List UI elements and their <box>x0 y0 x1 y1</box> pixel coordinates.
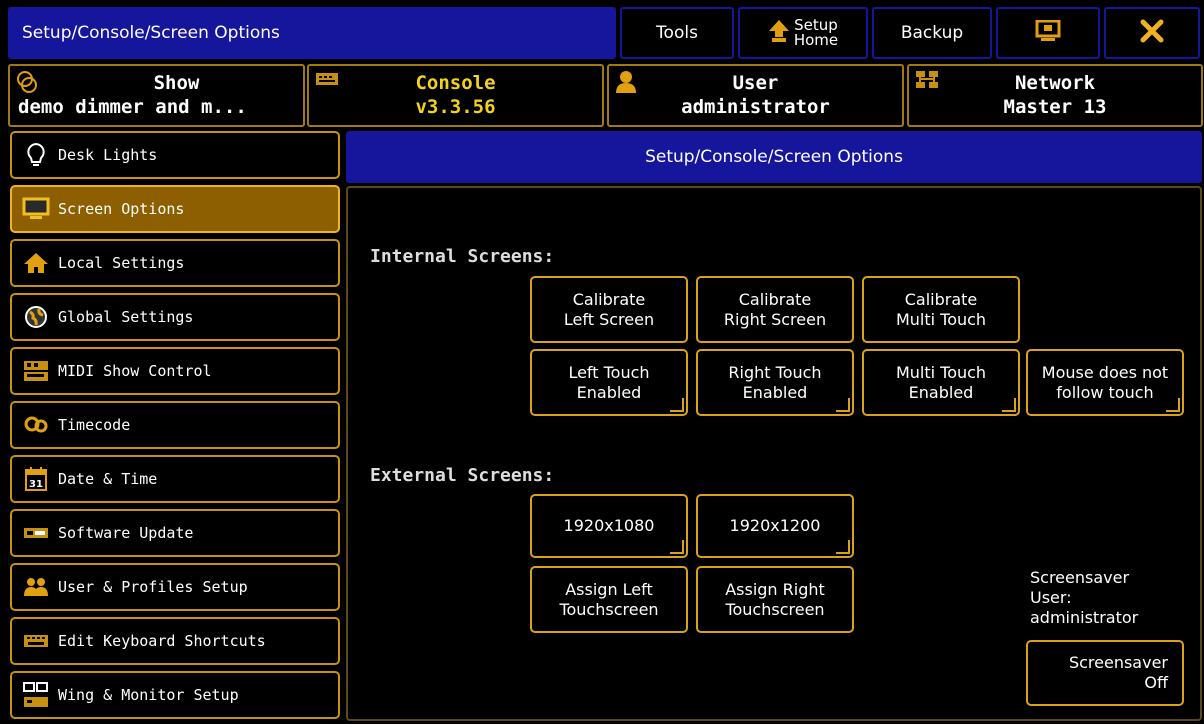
setup-home-line2: Home <box>793 31 839 49</box>
sidebar-item-label: Screen Options <box>58 200 185 218</box>
close-button[interactable] <box>1104 7 1200 59</box>
sidebar-item-label: Global Settings <box>58 308 194 326</box>
sidebar-item-local-settings[interactable]: Local Settings <box>10 239 340 287</box>
sidebar-item-label: MIDI Show Control <box>58 362 212 380</box>
tab-show[interactable]: Show demo dimmer and m... <box>8 64 305 127</box>
button-line: Assign Right <box>725 579 825 599</box>
sidebar-item-label: Wing & Monitor Setup <box>58 686 239 704</box>
lightbulb-icon <box>20 141 52 169</box>
internal-screens-label: Internal Screens: <box>370 246 555 267</box>
button-line: Multi Touch <box>895 309 987 329</box>
setup-home-button[interactable]: Setup Home <box>738 7 868 59</box>
tab-console[interactable]: Console v3.3.56 <box>307 64 604 127</box>
sidebar-item-midi-show-control[interactable]: MIDI Show Control <box>10 347 340 395</box>
sidebar-item-date-time[interactable]: 31 Date & Time <box>10 455 340 503</box>
monitor-button[interactable] <box>996 7 1100 59</box>
calibrate-multi-touch-button[interactable]: Calibrate Multi Touch <box>862 276 1020 343</box>
setup-home-icon <box>768 19 790 48</box>
button-line: Right Touch <box>728 362 822 382</box>
tab-network-value: Master 13 <box>1003 96 1107 118</box>
button-line: Calibrate <box>904 289 978 309</box>
button-line: Assign Left <box>565 579 653 599</box>
assign-left-touchscreen-button[interactable]: Assign Left Touchscreen <box>530 566 688 633</box>
tab-show-value: demo dimmer and m... <box>18 96 247 118</box>
sidebar-item-label: Date & Time <box>58 470 158 488</box>
tab-network[interactable]: Network Master 13 <box>907 64 1203 127</box>
screensaver-user-info: Screensaver User: administrator <box>1030 568 1138 628</box>
show-icon <box>16 70 38 99</box>
window-title: Setup/Console/Screen Options <box>8 7 616 59</box>
button-line: Touchscreen <box>559 599 659 619</box>
assign-right-touchscreen-button[interactable]: Assign Right Touchscreen <box>696 566 854 633</box>
tab-user-title: User <box>732 72 779 94</box>
button-line: Right Screen <box>723 309 827 329</box>
calibrate-left-screen-button[interactable]: Calibrate Left Screen <box>530 276 688 343</box>
sidebar-item-screen-options[interactable]: Screen Options <box>10 185 340 233</box>
sidebar-item-label: Timecode <box>58 416 131 434</box>
keyboard-icon <box>20 627 52 655</box>
sidebar-item-global-settings[interactable]: Global Settings <box>10 293 340 341</box>
button-line: Left Touch <box>568 362 650 382</box>
close-icon <box>1140 19 1164 48</box>
button-line: Touchscreen <box>725 599 825 619</box>
sidebar-item-wing-monitor[interactable]: Wing & Monitor Setup <box>10 671 340 719</box>
title-bar: Setup/Console/Screen Options Tools Setup… <box>0 0 1204 64</box>
button-line: Left Screen <box>563 309 655 329</box>
tab-show-title: Show <box>153 72 200 94</box>
button-line: Calibrate <box>572 289 646 309</box>
sidebar-item-desk-lights[interactable]: Desk Lights <box>10 131 340 179</box>
house-icon <box>20 249 52 277</box>
sidebar-item-label: Edit Keyboard Shortcuts <box>58 632 266 650</box>
left-touch-enabled-button[interactable]: Left Touch Enabled <box>530 349 688 416</box>
sidebar-item-label: User & Profiles Setup <box>58 578 248 596</box>
multi-touch-enabled-button[interactable]: Multi Touch Enabled <box>862 349 1020 416</box>
button-line: Enabled <box>908 382 974 402</box>
users-icon <box>20 573 52 601</box>
external-screens-label: External Screens: <box>370 465 555 486</box>
sidebar-item-software-update[interactable]: Software Update <box>10 509 340 557</box>
sidebar-item-label: Local Settings <box>58 254 185 272</box>
sidebar-item-label: Desk Lights <box>58 146 158 164</box>
button-line: Multi Touch <box>895 362 987 382</box>
tools-button[interactable]: Tools <box>620 7 734 59</box>
sidebar-item-keyboard-shortcuts[interactable]: Edit Keyboard Shortcuts <box>10 617 340 665</box>
sidebar-item-timecode[interactable]: Timecode <box>10 401 340 449</box>
button-line: Screensaver <box>1068 653 1168 672</box>
screensaver-info-line: User: <box>1030 588 1072 607</box>
globe-icon <box>20 303 52 331</box>
button-line: 1920x1080 <box>563 516 655 535</box>
tab-user-value: administrator <box>681 96 830 118</box>
tab-user[interactable]: User administrator <box>607 64 904 127</box>
tab-console-value: v3.3.56 <box>415 96 496 118</box>
button-line: Off <box>1144 673 1168 692</box>
right-touch-enabled-button[interactable]: Right Touch Enabled <box>696 349 854 416</box>
button-line: Enabled <box>576 382 642 402</box>
sidebar-item-user-profiles[interactable]: User & Profiles Setup <box>10 563 340 611</box>
button-line: 1920x1200 <box>729 516 821 535</box>
button-line: Mouse does not <box>1041 362 1169 382</box>
tab-network-title: Network <box>1014 72 1096 94</box>
calibrate-right-screen-button[interactable]: Calibrate Right Screen <box>696 276 854 343</box>
svg-text:31: 31 <box>29 479 43 490</box>
usb-icon <box>20 519 52 547</box>
button-line: Calibrate <box>738 289 812 309</box>
page-title: Setup/Console/Screen Options <box>346 131 1202 183</box>
tab-console-title: Console <box>415 72 496 94</box>
timecode-icon <box>20 411 52 439</box>
sidebar-item-label: Software Update <box>58 524 194 542</box>
screensaver-off-button[interactable]: Screensaver Off <box>1026 640 1184 706</box>
button-line: follow touch <box>1056 382 1154 402</box>
resolution-1920x1080-button[interactable]: 1920x1080 <box>530 494 688 558</box>
resolution-1920x1200-button[interactable]: 1920x1200 <box>696 494 854 558</box>
wing-monitor-icon <box>20 681 52 709</box>
monitor-icon <box>20 195 52 223</box>
mouse-follow-touch-button[interactable]: Mouse does not follow touch <box>1026 349 1184 416</box>
button-line: Enabled <box>742 382 808 402</box>
screensaver-info-line: administrator <box>1030 608 1139 627</box>
backup-button[interactable]: Backup <box>872 7 992 59</box>
midi-icon <box>20 357 52 385</box>
calendar-icon: 31 <box>20 465 52 493</box>
monitor-icon <box>1035 19 1061 47</box>
screensaver-info-line: Screensaver <box>1030 568 1130 587</box>
